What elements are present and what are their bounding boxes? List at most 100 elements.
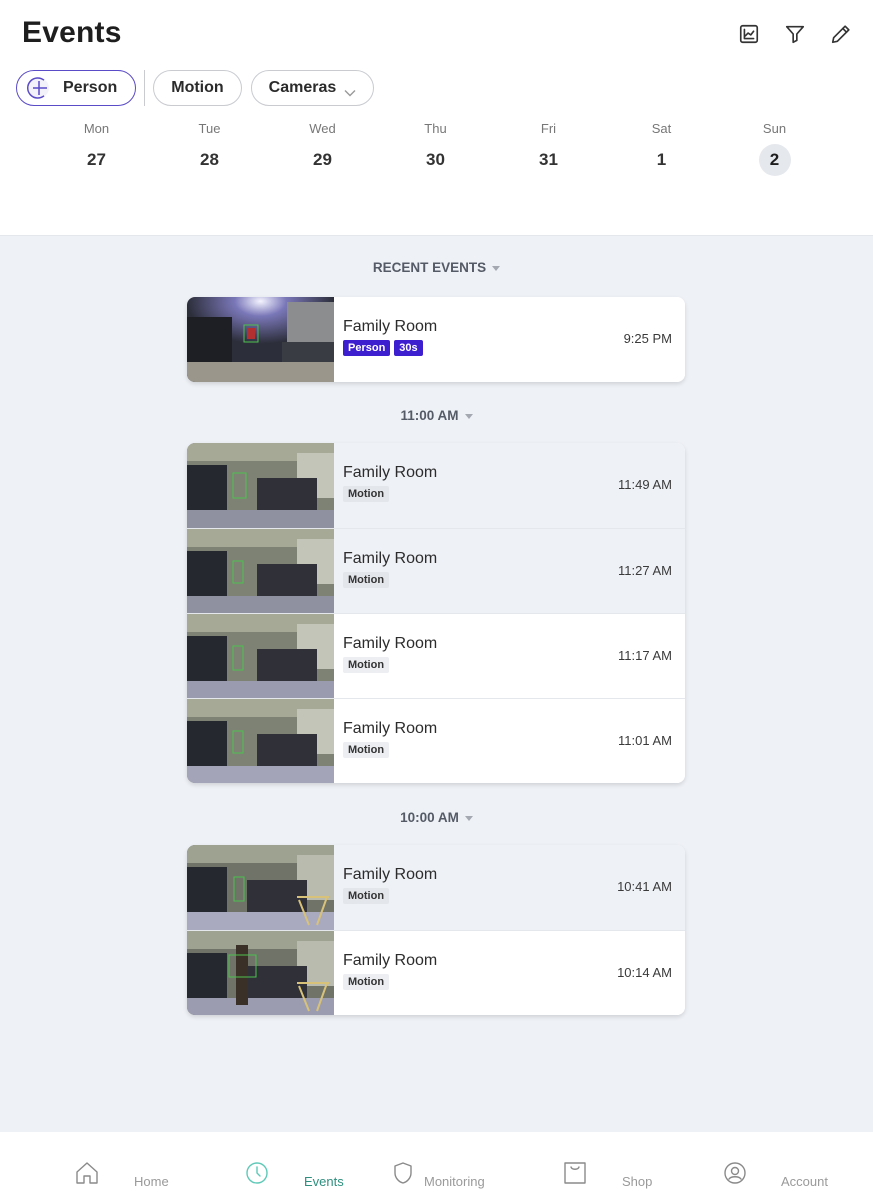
nav-events[interactable]: Events <box>244 1160 344 1189</box>
account-icon <box>724 1162 746 1184</box>
nav-account[interactable]: Account <box>722 1160 828 1189</box>
edit-icon[interactable] <box>829 22 853 46</box>
calendar-day[interactable]: Wed 29 <box>266 120 379 176</box>
filter-chips: Person Motion Cameras <box>16 70 375 106</box>
calendar-day[interactable]: Sat 1 <box>605 120 718 176</box>
nav-label: Events <box>304 1174 344 1189</box>
tag-motion: Motion <box>343 888 390 904</box>
week-calendar: Mon 27 Tue 28 Wed 29 Thu 30 Fri 31 Sat 1 Sun 2 <box>40 120 832 176</box>
event-time: 11:27 AM <box>618 563 672 578</box>
filter-icon[interactable] <box>783 22 807 46</box>
event-time: 9:25 PM <box>623 331 672 346</box>
day-of-week: Sun <box>762 121 787 136</box>
calendar-day-selected[interactable]: Sun 2 <box>718 120 831 176</box>
event-time: 11:49 AM <box>618 477 672 492</box>
section-title: 10:00 AM <box>400 810 459 825</box>
section-header-recent[interactable]: RECENT EVENTS <box>0 260 873 275</box>
event-row[interactable]: Family Room Person 30s 9:25 PM <box>187 297 685 382</box>
event-group-10am: Family Room Motion 10:41 AM Family Room … <box>187 845 685 1015</box>
nav-label: Account <box>781 1174 828 1189</box>
day-number: 28 <box>200 150 219 169</box>
section-title: RECENT EVENTS <box>372 260 487 275</box>
calendar-day[interactable]: Tue 28 <box>153 120 266 176</box>
clock-icon <box>246 1162 268 1184</box>
event-info: Family Room Motion 11:17 AM <box>334 614 685 698</box>
event-row[interactable]: Family Room Motion 10:14 AM <box>187 930 685 1015</box>
filter-chip-cameras[interactable]: Cameras <box>250 70 375 106</box>
event-info: Family Room Motion 10:14 AM <box>334 931 685 1015</box>
event-thumbnail <box>187 931 334 1015</box>
filter-chip-label: Cameras <box>268 79 337 96</box>
event-info: Family Room Motion 11:27 AM <box>334 529 685 613</box>
event-row[interactable]: Family Room Motion 11:17 AM <box>187 613 685 699</box>
event-row[interactable]: Family Room Motion 11:27 AM <box>187 528 685 614</box>
event-info: Family Room Motion 11:01 AM <box>334 699 685 783</box>
event-thumbnail <box>187 297 334 382</box>
day-number: 29 <box>313 150 332 169</box>
day-of-week: Mon <box>83 121 110 136</box>
nav-label: Monitoring <box>424 1174 485 1189</box>
event-time: 10:41 AM <box>617 879 672 894</box>
event-row[interactable]: Family Room Motion 11:49 AM <box>187 443 685 528</box>
tag-person: Person <box>343 340 391 356</box>
shield-icon <box>394 1162 412 1184</box>
bottom-nav: Home Events Monitoring Shop Account <box>0 1132 873 1200</box>
tag-motion: Motion <box>343 657 390 673</box>
section-header-11am[interactable]: 11:00 AM <box>0 408 873 423</box>
header-actions <box>737 22 853 46</box>
shopping-bag-icon <box>564 1162 586 1184</box>
day-of-week: Sat <box>651 121 672 136</box>
day-number: 2 <box>758 144 791 176</box>
filter-chip-label: Motion <box>171 79 224 96</box>
filter-chip-person[interactable]: Person <box>16 70 137 106</box>
section-header-10am[interactable]: 10:00 AM <box>0 810 873 825</box>
chip-divider <box>144 70 146 106</box>
day-number: 1 <box>656 150 667 169</box>
day-of-week: Thu <box>424 121 447 136</box>
add-circle-icon <box>26 76 51 100</box>
event-time: 10:14 AM <box>617 965 672 980</box>
event-thumbnail <box>187 699 334 783</box>
caret-down-icon <box>464 815 473 821</box>
tag-motion: Motion <box>343 572 390 588</box>
caret-down-icon <box>492 265 501 271</box>
nav-label: Home <box>134 1174 169 1189</box>
nav-label: Shop <box>622 1174 653 1189</box>
event-time: 11:01 AM <box>618 733 672 748</box>
event-row[interactable]: Family Room Motion 11:01 AM <box>187 698 685 783</box>
day-of-week: Fri <box>540 121 557 136</box>
event-info: Family Room Motion 11:49 AM <box>334 443 685 528</box>
tag-motion: Motion <box>343 742 390 758</box>
page-title: Events <box>22 16 122 49</box>
event-time: 11:17 AM <box>618 648 672 663</box>
chevron-down-icon <box>344 84 356 97</box>
top-header: Events Person Motion Cameras Mon 27 Tue … <box>0 0 873 236</box>
caret-down-icon <box>464 413 473 419</box>
home-icon <box>76 1162 98 1184</box>
event-group-recent: Family Room Person 30s 9:25 PM <box>187 297 685 382</box>
filter-chip-label: Person <box>63 79 118 96</box>
calendar-day[interactable]: Mon 27 <box>40 120 153 176</box>
event-info: Family Room Person 30s 9:25 PM <box>334 297 685 382</box>
event-row[interactable]: Family Room Motion 10:41 AM <box>187 845 685 930</box>
day-of-week: Wed <box>309 121 336 136</box>
event-thumbnail <box>187 443 334 528</box>
nav-home[interactable]: Home <box>74 1160 169 1189</box>
chart-icon[interactable] <box>737 22 761 46</box>
event-info: Family Room Motion 10:41 AM <box>334 845 685 930</box>
calendar-day[interactable]: Thu 30 <box>379 120 492 176</box>
day-number: 27 <box>87 150 106 169</box>
filter-chip-motion[interactable]: Motion <box>153 70 242 106</box>
event-thumbnail <box>187 614 334 699</box>
nav-monitoring[interactable]: Monitoring <box>390 1160 485 1189</box>
event-thumbnail <box>187 845 334 930</box>
calendar-day[interactable]: Fri 31 <box>492 120 605 176</box>
event-thumbnail <box>187 529 334 614</box>
day-number: 31 <box>539 150 558 169</box>
section-title: 11:00 AM <box>400 408 459 423</box>
tag-duration: 30s <box>394 340 423 356</box>
tag-motion: Motion <box>343 974 390 990</box>
day-of-week: Tue <box>198 121 221 136</box>
nav-shop[interactable]: Shop <box>562 1160 652 1189</box>
tag-motion: Motion <box>343 486 390 502</box>
